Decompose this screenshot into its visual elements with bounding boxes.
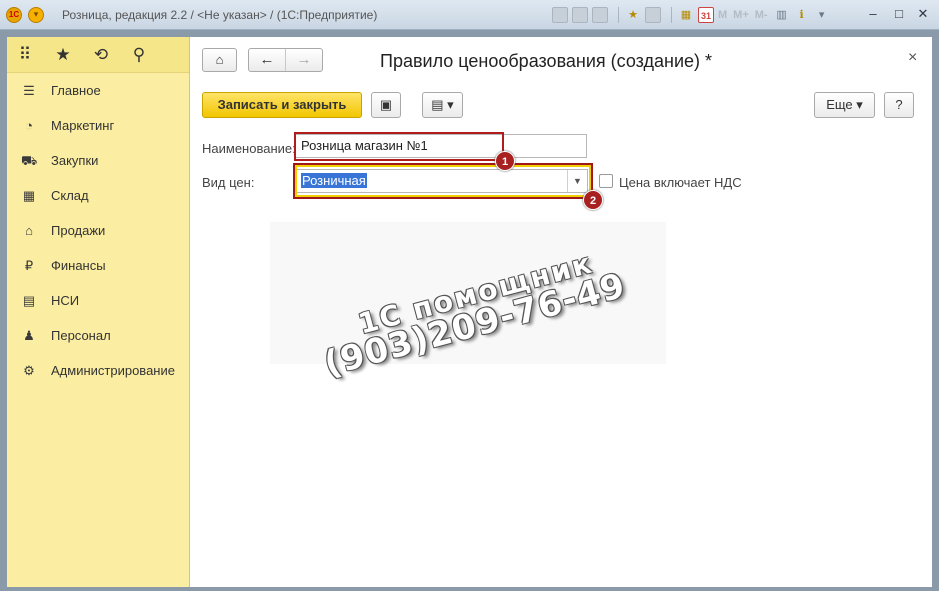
form-area: ⌂ ← → Правило ценообразования (создание)… bbox=[190, 37, 932, 587]
price-type-label: Вид цен: bbox=[202, 175, 255, 190]
annotation-badge-1: 1 bbox=[495, 151, 515, 171]
sidebar-item-marketing[interactable]: ◔ Маркетинг bbox=[7, 108, 189, 143]
vat-included-checkbox[interactable] bbox=[599, 174, 613, 188]
sidebar-item-finance[interactable]: ₽ Финансы bbox=[7, 248, 189, 283]
sidebar-item-label: Финансы bbox=[51, 258, 106, 273]
window-title: Розница, редакция 2.2 / <Не указан> / (1… bbox=[62, 8, 378, 22]
sidebar-item-nsi[interactable]: ▤ НСИ bbox=[7, 283, 189, 318]
memory-minus-button[interactable]: M- bbox=[755, 9, 768, 21]
chevron-down-icon[interactable]: ▾ bbox=[814, 7, 830, 23]
back-arrow-icon[interactable]: ← bbox=[249, 49, 285, 71]
vat-included-label: Цена включает НДС bbox=[619, 175, 742, 190]
maximize-icon[interactable]: □ bbox=[890, 6, 908, 24]
info-icon[interactable]: ℹ bbox=[794, 7, 810, 23]
sidebar-item-administration[interactable]: ⚙ Администрирование bbox=[7, 353, 189, 388]
save-button[interactable]: ▣ bbox=[371, 92, 401, 118]
save-icon[interactable] bbox=[552, 7, 568, 23]
warehouse-icon: ▦ bbox=[22, 187, 36, 203]
reference-book-icon: ▤ bbox=[22, 292, 36, 308]
menu-lines-icon: ☰ bbox=[23, 82, 35, 98]
report-icon: ▤ ▾ bbox=[431, 97, 454, 112]
annotation-highlight-price-type bbox=[293, 163, 593, 199]
home-button[interactable]: ⌂ bbox=[202, 48, 237, 72]
sidebar-item-warehouse[interactable]: ▦ Склад bbox=[7, 178, 189, 213]
sidebar-item-label: Склад bbox=[51, 188, 89, 203]
sections-toolbar: ⠿ ★ ⟲ ⚲ bbox=[7, 37, 189, 73]
apps-grid-icon[interactable]: ⠿ bbox=[15, 45, 35, 65]
ruble-icon: ₽ bbox=[24, 257, 34, 273]
gear-icon: ⚙ bbox=[23, 362, 35, 378]
save-and-close-button[interactable]: Записать и закрыть bbox=[202, 92, 362, 118]
floppy-disk-icon: ▣ bbox=[379, 97, 393, 112]
print-preview-icon[interactable] bbox=[592, 7, 608, 23]
pie-chart-icon: ◔ bbox=[25, 117, 33, 133]
home-icon: ⌂ bbox=[215, 52, 224, 67]
sidebar-item-label: Главное bbox=[51, 83, 101, 98]
navigation-buttons: ← → bbox=[248, 48, 323, 72]
close-window-icon[interactable]: ✕ bbox=[914, 6, 932, 24]
title-toolbar: ★ ▦ 31 M M+ M- ▥ ℹ ▾ bbox=[552, 6, 834, 24]
calendar-icon[interactable]: 31 bbox=[698, 7, 714, 23]
panels-icon[interactable]: ▥ bbox=[774, 7, 790, 23]
1c-logo-icon[interactable]: 1С bbox=[6, 7, 22, 23]
name-label: Наименование: bbox=[202, 141, 296, 156]
sidebar-item-label: Закупки bbox=[51, 153, 99, 168]
calculator-icon[interactable]: ▦ bbox=[678, 7, 694, 23]
print-icon[interactable] bbox=[572, 7, 588, 23]
basket-icon: ⌂ bbox=[25, 222, 33, 238]
annotation-highlight-name bbox=[294, 132, 504, 161]
memory-plus-button[interactable]: M+ bbox=[733, 9, 749, 21]
toolbar-divider bbox=[618, 7, 619, 23]
close-form-icon[interactable]: × bbox=[908, 49, 917, 67]
memory-m-button[interactable]: M bbox=[718, 9, 727, 21]
sidebar-item-label: Продажи bbox=[51, 223, 106, 238]
window-title-bar: 1С ▾ Розница, редакция 2.2 / <Не указан>… bbox=[0, 0, 939, 30]
toolbar-divider bbox=[671, 7, 672, 23]
main-menu-icon[interactable]: ▾ bbox=[28, 7, 44, 23]
link-icon[interactable] bbox=[645, 7, 661, 23]
sidebar-item-personnel[interactable]: ♟ Персонал bbox=[7, 318, 189, 353]
page-title: Правило ценообразования (создание) * bbox=[380, 51, 713, 71]
sidebar-item-label: Администрирование bbox=[51, 363, 175, 378]
history-icon[interactable]: ⟲ bbox=[91, 45, 111, 65]
cart-icon: ⛟ bbox=[21, 152, 38, 168]
sidebar-item-main[interactable]: ☰ Главное bbox=[7, 73, 189, 108]
sidebar-item-purchases[interactable]: ⛟ Закупки bbox=[7, 143, 189, 178]
minimize-icon[interactable]: – bbox=[864, 6, 882, 24]
more-button-label: Еще bbox=[826, 97, 853, 112]
sidebar-item-label: НСИ bbox=[51, 293, 80, 308]
sections-panel: ⠿ ★ ⟲ ⚲ ☰ Главное ◔ Маркетинг ⛟ Закупки … bbox=[7, 37, 190, 587]
sidebar-item-sales[interactable]: ⌂ Продажи bbox=[7, 213, 189, 248]
help-button[interactable]: ? bbox=[884, 92, 914, 118]
more-button[interactable]: Еще ▾ bbox=[814, 92, 875, 118]
reports-dropdown-button[interactable]: ▤ ▾ bbox=[422, 92, 463, 118]
sidebar-item-label: Персонал bbox=[51, 328, 111, 343]
add-favorite-icon[interactable]: ★ bbox=[625, 7, 641, 23]
person-icon: ♟ bbox=[23, 327, 35, 343]
forward-arrow-icon[interactable]: → bbox=[285, 49, 322, 71]
sidebar-item-label: Маркетинг bbox=[51, 118, 115, 133]
favorites-star-icon[interactable]: ★ bbox=[53, 45, 73, 65]
annotation-badge-2: 2 bbox=[583, 190, 603, 210]
search-icon[interactable]: ⚲ bbox=[129, 45, 149, 65]
